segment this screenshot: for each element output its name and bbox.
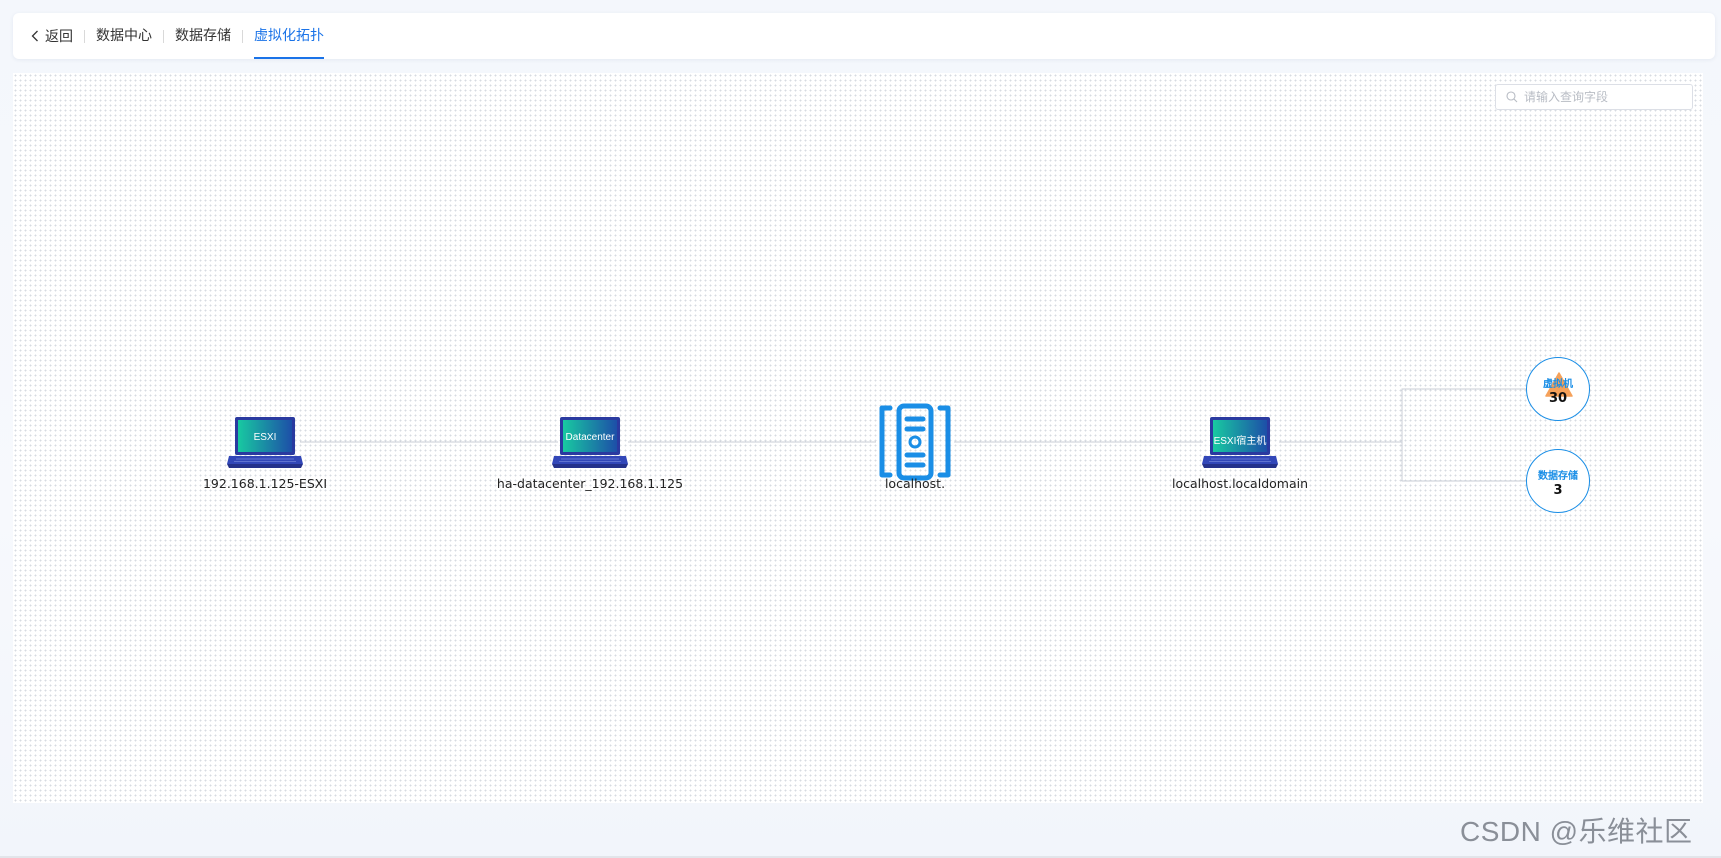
back-label: 返回 xyxy=(45,29,73,45)
topology-node-datacenter[interactable]: Datacenter xyxy=(551,416,629,470)
back-button[interactable]: 返回 xyxy=(31,26,73,46)
node-label: ha-datacenter_192.168.1.125 xyxy=(496,476,684,491)
divider xyxy=(163,29,164,43)
topology-node-esxi-host[interactable]: ESXI宿主机 xyxy=(1201,416,1279,470)
tab-virtualization-topology[interactable]: 虚拟化拓扑 xyxy=(254,13,324,59)
node-label: localhost.localdomain xyxy=(1171,476,1309,491)
node-label: 192.168.1.125-ESXI xyxy=(202,476,328,491)
tab-datacenter[interactable]: 数据中心 xyxy=(96,13,152,59)
top-nav-bar: 返回 数据中心 数据存储 虚拟化拓扑 xyxy=(13,13,1715,59)
server-icon xyxy=(879,403,951,481)
laptop-icon xyxy=(552,417,628,468)
node-screen-text: ESXI xyxy=(253,432,277,443)
laptop-icon xyxy=(227,417,303,468)
watermark: CSDN @乐维社区 xyxy=(1460,816,1693,847)
divider xyxy=(84,29,85,43)
leaf-node-datastore[interactable]: 数据存储 3 xyxy=(1526,449,1590,513)
search-box[interactable] xyxy=(1495,84,1693,110)
leaf-count: 3 xyxy=(1553,483,1563,498)
divider xyxy=(242,29,243,43)
node-screen-text: Datacenter xyxy=(565,432,615,443)
leaf-node-vm[interactable]: 虚拟机 30 xyxy=(1526,357,1590,421)
topology-node-localhost[interactable] xyxy=(876,403,954,481)
node-label: localhost. xyxy=(884,476,946,491)
chevron-left-icon xyxy=(31,30,38,42)
topology-node-esxi[interactable]: ESXI xyxy=(226,416,304,470)
search-input[interactable] xyxy=(1524,90,1684,104)
tab-datastore[interactable]: 数据存储 xyxy=(175,13,231,59)
leaf-label: 数据存储 xyxy=(1538,471,1578,482)
node-screen-text: ESXI宿主机 xyxy=(1213,436,1267,447)
search-icon xyxy=(1506,91,1518,103)
leaf-count: 30 xyxy=(1548,391,1568,406)
leaf-label: 虚拟机 xyxy=(1543,379,1573,390)
